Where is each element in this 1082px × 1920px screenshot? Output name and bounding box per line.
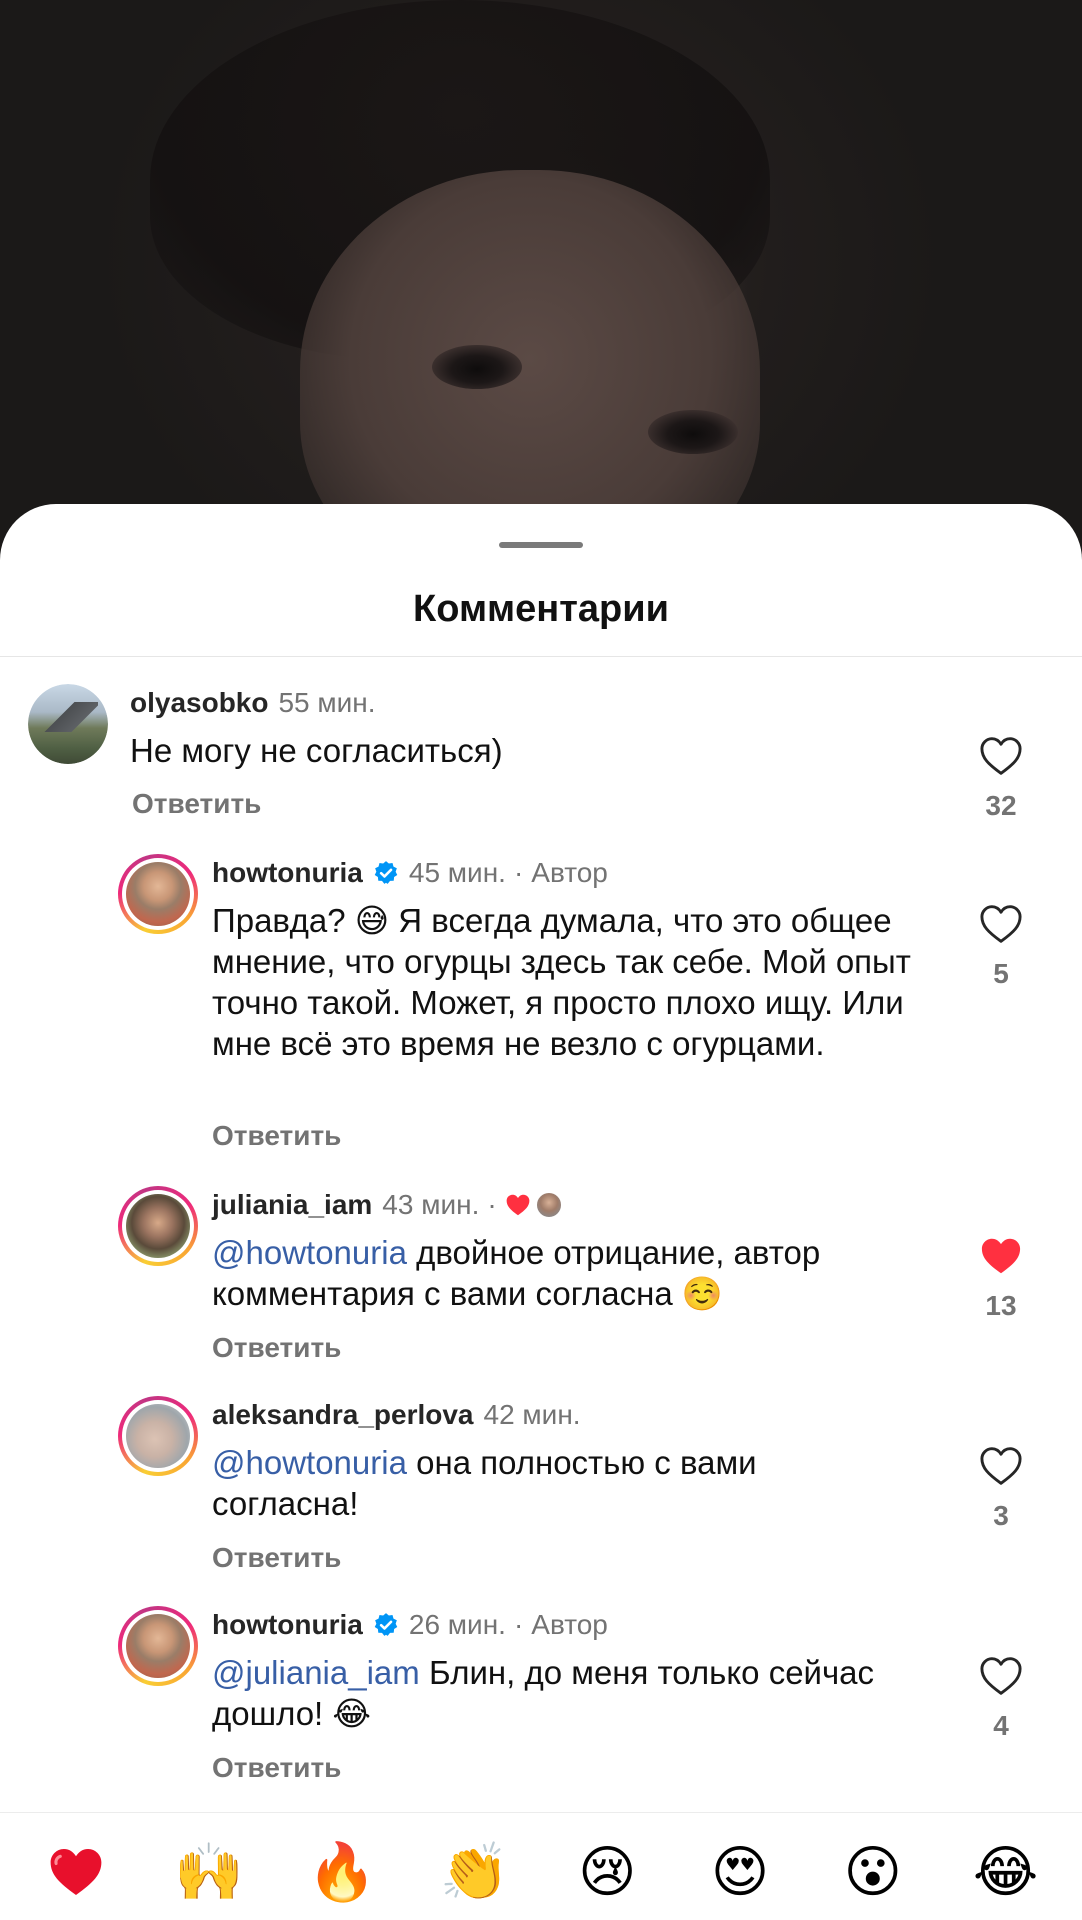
comment-time: 55 мин. (278, 687, 376, 718)
reply-button[interactable]: Ответить (212, 1542, 341, 1574)
quick-reactions-bar: 🙌 🔥 👏 😢 😍 😮 😂 (0, 1824, 1082, 1920)
author-label: Автор (531, 1609, 608, 1640)
comment-username[interactable]: howtonuria (212, 857, 363, 889)
sheet-grabber[interactable] (499, 542, 583, 548)
avatar-photo (126, 1194, 190, 1258)
reply-button[interactable]: Ответить (212, 1752, 341, 1784)
avatar[interactable] (118, 1186, 198, 1266)
like-count: 32 (985, 790, 1017, 821)
reaction-raised-hands-button[interactable]: 🙌 (169, 1832, 249, 1912)
comment-time: 43 мин. (382, 1189, 480, 1220)
comment-time: 45 мин. (408, 857, 506, 888)
comment-meta: aleksandra_perlova 42 мин. (212, 1399, 581, 1431)
heart-outline-icon (980, 1447, 1022, 1485)
comment-meta: juliania_iam 43 мин. · (212, 1189, 563, 1221)
avatar[interactable] (118, 1396, 198, 1476)
emoji: 😂 (332, 1694, 371, 1733)
like-button[interactable]: 13 (970, 1236, 1032, 1322)
creator-liked-heart-icon (506, 1194, 530, 1216)
like-button[interactable]: 4 (970, 1656, 1032, 1742)
reaction-clap-button[interactable]: 👏 (435, 1832, 515, 1912)
comment-time: 26 мин. (408, 1609, 506, 1640)
reaction-laughing-button[interactable]: 😂 (966, 1832, 1046, 1912)
comment-text-body: Правда? (212, 902, 346, 939)
comment-text: @howtonuria двойное отрицание, автор ком… (212, 1232, 982, 1314)
like-count: 4 (993, 1710, 1009, 1741)
avatar[interactable] (118, 1606, 198, 1686)
heart-filled-icon (981, 1238, 1021, 1274)
like-count: 13 (985, 1290, 1017, 1321)
separator-dot: · (513, 1609, 524, 1640)
like-button[interactable]: 32 (970, 736, 1032, 822)
comment-username[interactable]: aleksandra_perlova (212, 1399, 474, 1431)
red-heart-icon (51, 1849, 102, 1895)
reaction-crying-button[interactable]: 😢 (567, 1832, 647, 1912)
video-eye-left (432, 345, 522, 389)
author-label: Автор (531, 857, 608, 888)
avatar[interactable] (118, 854, 198, 934)
like-button[interactable]: 3 (970, 1446, 1032, 1532)
like-count: 3 (993, 1500, 1009, 1531)
reaction-heart-button[interactable] (36, 1832, 116, 1912)
mention-link[interactable]: @juliania_iam (212, 1654, 420, 1691)
divider (0, 1812, 1082, 1813)
comment-meta: olyasobko 55 мин. (130, 687, 376, 719)
like-button[interactable]: 5 (970, 904, 1032, 990)
verified-badge-icon (374, 1613, 398, 1636)
avatar-photo (126, 1614, 190, 1678)
comment-meta: howtonuria 26 мин. · Автор (212, 1609, 608, 1641)
heart-outline-icon (980, 905, 1022, 943)
verified-badge-icon (374, 861, 398, 884)
comment-text-body: Не могу не согласиться) (130, 732, 503, 769)
comments-sheet: Комментарии olyasobko 55 мин. Не могу не… (0, 504, 1082, 1920)
comment-text: @howtonuria она полностью с вами согласн… (212, 1442, 852, 1524)
reaction-fire-button[interactable]: 🔥 (302, 1832, 382, 1912)
reaction-surprised-button[interactable]: 😮 (833, 1832, 913, 1912)
avatar-photo (126, 1404, 190, 1468)
reply-button[interactable]: Ответить (212, 1120, 341, 1152)
mention-link[interactable]: @howtonuria (212, 1444, 407, 1481)
comment-text: Правда? 😅 Я всегда думала, что это общее… (212, 900, 952, 1064)
reaction-heart-eyes-button[interactable]: 😍 (700, 1832, 780, 1912)
comment-username[interactable]: juliania_iam (212, 1189, 372, 1221)
comment-text: Не могу не согласиться) (130, 730, 900, 771)
avatar-photo (126, 862, 190, 926)
video-eye-right (648, 410, 738, 454)
reply-button[interactable]: Ответить (212, 1332, 341, 1364)
avatar-photo (28, 684, 108, 764)
heart-outline-icon (980, 737, 1022, 775)
emoji: 😅 (354, 901, 390, 940)
divider (0, 656, 1082, 657)
comment-meta: howtonuria 45 мин. · Автор (212, 857, 608, 889)
heart-outline-icon (980, 1657, 1022, 1695)
video-background (0, 0, 1082, 590)
separator-dot: · (487, 1189, 497, 1220)
avatar[interactable] (28, 684, 108, 764)
comment-time: 42 мин. (483, 1399, 581, 1430)
like-count: 5 (993, 958, 1009, 989)
reply-button[interactable]: Ответить (132, 788, 261, 820)
sheet-title: Комментарии (413, 588, 669, 630)
comment-username[interactable]: olyasobko (130, 687, 268, 719)
separator-dot: · (513, 857, 524, 888)
emoji: ☺️ (681, 1274, 723, 1313)
mention-link[interactable]: @howtonuria (212, 1234, 407, 1271)
creator-liked-avatar (534, 1191, 563, 1219)
comment-text: @juliania_iam Блин, до меня только сейча… (212, 1652, 952, 1734)
comment-username[interactable]: howtonuria (212, 1609, 363, 1641)
